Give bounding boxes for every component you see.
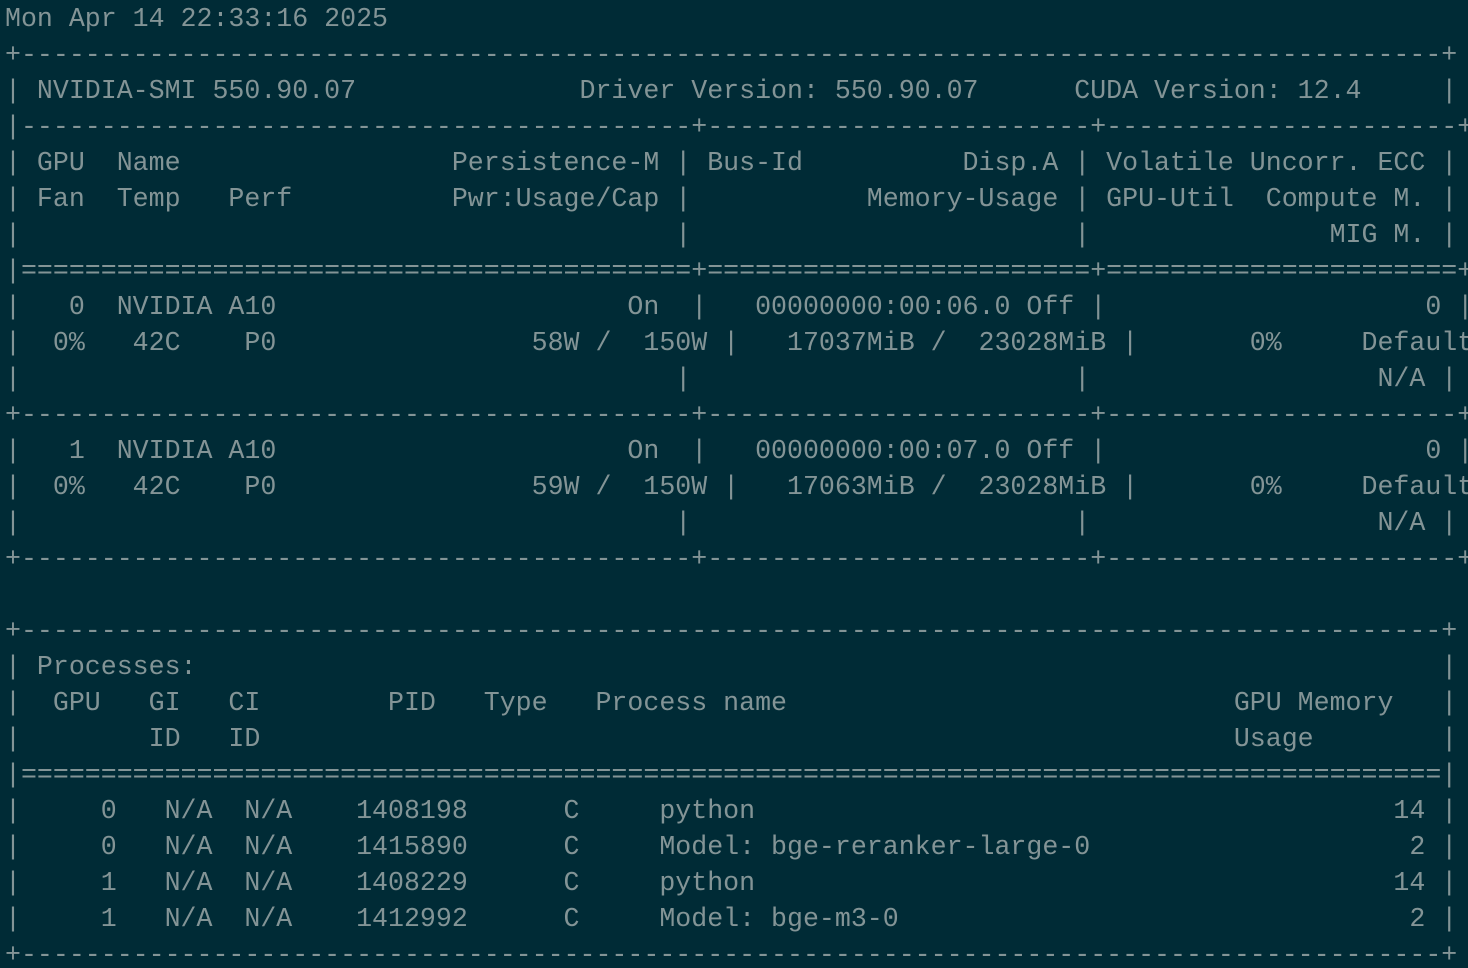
gpu-1-row-2: | 0% 42C P0 59W / 150W | 17063MiB / 2302… <box>5 472 1468 502</box>
terminal-window[interactable]: Mon Apr 14 22:33:16 2025 +---------------… <box>0 0 1468 968</box>
processes-title: | Processes: | <box>5 652 1458 682</box>
gpu-row-border: +---------------------------------------… <box>5 544 1468 574</box>
gpu-1-row-3: | | | N/A | <box>5 508 1458 538</box>
gpu-table-border: +---------------------------------------… <box>5 40 1458 70</box>
timestamp-line: Mon Apr 14 22:33:16 2025 <box>5 4 389 34</box>
gpu-header-row-1: | GPU Name Persistence-M | Bus-Id Disp.A… <box>5 148 1458 178</box>
gpu-header-row-3: | | | MIG M. | <box>5 220 1458 250</box>
gpu-0-row-3: | | | N/A | <box>5 364 1458 394</box>
process-row: | 0 N/A N/A 1415890 C Model: bge-reranke… <box>5 832 1458 862</box>
gpu-header-separator: |=======================================… <box>5 256 1468 286</box>
version-header-line: | NVIDIA-SMI 550.90.07 Driver Version: 5… <box>5 76 1458 106</box>
processes-header-1: | GPU GI CI PID Type Process name GPU Me… <box>5 688 1458 718</box>
gpu-row-border: +---------------------------------------… <box>5 400 1468 430</box>
process-row: | 1 N/A N/A 1408229 C python 14 | <box>5 868 1458 898</box>
processes-separator: |=======================================… <box>5 760 1458 790</box>
gpu-1-row-1: | 1 NVIDIA A10 On | 00000000:00:07.0 Off… <box>5 436 1468 466</box>
process-row: | 1 N/A N/A 1412992 C Model: bge-m3-0 2 … <box>5 904 1458 934</box>
gpu-header-row-2: | Fan Temp Perf Pwr:Usage/Cap | Memory-U… <box>5 184 1458 214</box>
processes-bottom-border: +---------------------------------------… <box>5 940 1458 968</box>
gpu-0-row-1: | 0 NVIDIA A10 On | 00000000:00:06.0 Off… <box>5 292 1468 322</box>
gpu-table-divider: |---------------------------------------… <box>5 112 1468 142</box>
processes-border: +---------------------------------------… <box>5 616 1458 646</box>
gpu-0-row-2: | 0% 42C P0 58W / 150W | 17037MiB / 2302… <box>5 328 1468 358</box>
processes-header-2: | ID ID Usage | <box>5 724 1458 754</box>
nvidia-smi-output: Mon Apr 14 22:33:16 2025 +---------------… <box>5 1 1468 968</box>
process-row: | 0 N/A N/A 1408198 C python 14 | <box>5 796 1458 826</box>
